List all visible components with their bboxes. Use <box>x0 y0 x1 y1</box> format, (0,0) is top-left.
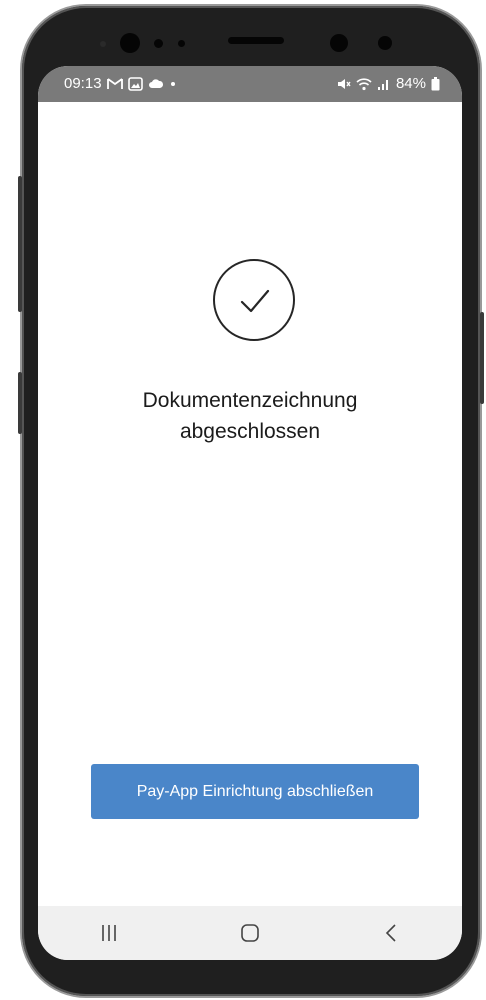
mute-icon <box>337 78 351 89</box>
navigation-bar <box>38 906 462 960</box>
cloud-icon <box>148 79 163 88</box>
top-bezel <box>22 28 480 68</box>
main-content: Dokumentenzeichnung abgeschlossen Pay-Ap… <box>38 102 462 906</box>
phone-frame: 09:13 84% Dokumentenzeichnung abgeschlos… <box>18 6 484 996</box>
proximity-sensor <box>378 36 392 50</box>
bixby-button <box>18 372 22 434</box>
battery-percent: 84% <box>395 75 426 92</box>
front-camera <box>120 33 140 53</box>
back-button[interactable] <box>371 913 411 953</box>
status-time: 09:13 <box>64 75 102 92</box>
home-icon <box>241 924 259 942</box>
iris-sensor <box>330 34 348 52</box>
recent-apps-icon <box>101 925 116 941</box>
volume-button <box>18 176 22 312</box>
checkmark-circle-icon <box>213 259 295 341</box>
signal-icon <box>377 79 388 90</box>
page-title: Dokumentenzeichnung abgeschlossen <box>38 385 462 447</box>
gmail-icon <box>106 78 123 89</box>
title-line-1: Dokumentenzeichnung <box>142 389 358 412</box>
sensor-dot <box>154 39 163 48</box>
finish-payapp-setup-button[interactable]: Pay-App Einrichtung abschließen <box>91 764 419 819</box>
wifi-icon <box>356 77 372 90</box>
status-left: 09:13 <box>64 75 177 92</box>
earpiece-speaker <box>228 37 284 44</box>
dot-icon <box>170 81 175 86</box>
gallery-icon <box>127 76 143 91</box>
power-button <box>480 312 484 404</box>
status-right: 84% <box>337 75 440 92</box>
status-bar: 09:13 84% <box>38 66 462 102</box>
battery-icon <box>431 76 440 90</box>
sensor-dot <box>178 40 185 47</box>
back-icon <box>386 924 396 942</box>
home-button[interactable] <box>230 913 270 953</box>
title-line-2: abgeschlossen <box>179 420 321 443</box>
screen: 09:13 84% Dokumentenzeichnung abgeschlos… <box>38 66 462 960</box>
sensor-dot <box>100 41 106 47</box>
recent-apps-button[interactable] <box>89 913 129 953</box>
